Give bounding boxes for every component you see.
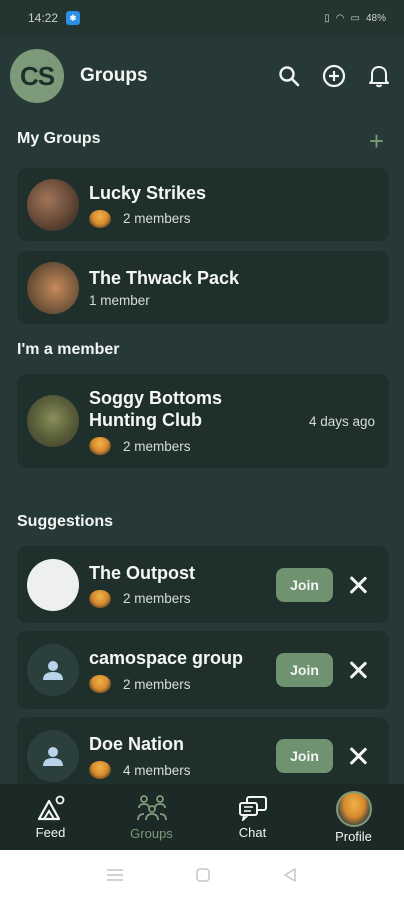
- member-count: 2 members: [123, 591, 191, 606]
- group-name: The Outpost: [89, 562, 195, 583]
- nav-chat-label: Chat: [238, 824, 267, 840]
- nav-profile-label: Profile: [335, 828, 372, 844]
- group-name: Lucky Strikes: [89, 182, 207, 203]
- status-time: 14:22: [28, 11, 59, 25]
- nav-groups-label: Groups: [130, 825, 173, 841]
- bluetooth-icon: ✱: [66, 11, 81, 25]
- group-avatar: [27, 644, 79, 696]
- group-avatar: [27, 730, 79, 782]
- chat-icon: [238, 795, 267, 821]
- member-count: 2 members: [123, 676, 191, 692]
- group-name: Soggy Bottoms Hunting Club: [89, 388, 222, 430]
- group-card-soggy-bottoms[interactable]: Soggy Bottoms Hunting Club 2 members 4 d…: [17, 374, 389, 468]
- feed-icon: [37, 795, 64, 820]
- suggestion-card-camospace[interactable]: camospace group 2 members Join: [17, 631, 389, 709]
- wifi-icon: ◠: [335, 12, 345, 24]
- group-avatar: [27, 178, 79, 231]
- join-button[interactable]: Join: [276, 653, 333, 687]
- join-button[interactable]: Join: [276, 739, 333, 773]
- member-count: 2 members: [123, 438, 191, 454]
- my-groups-heading: My Groups: [17, 130, 101, 147]
- member-avatar: [89, 437, 111, 455]
- last-activity-time: 4 days ago: [308, 413, 375, 429]
- nav-feed-label: Feed: [35, 824, 66, 840]
- add-group-icon[interactable]: +: [369, 128, 384, 154]
- group-card-lucky-strikes[interactable]: Lucky Strikes 2 members: [17, 168, 389, 241]
- back-icon[interactable]: [282, 867, 298, 883]
- app-logo[interactable]: CS: [10, 49, 64, 103]
- dismiss-icon[interactable]: [349, 747, 367, 765]
- status-bar: 14:22 ✱ ▯ ◠ ▭ 48%: [0, 0, 404, 36]
- bottom-nav: Feed Groups Chat Profile: [0, 784, 404, 850]
- dismiss-icon[interactable]: [349, 661, 367, 679]
- member-count: 1 member: [89, 293, 150, 308]
- member-heading: I'm a member: [17, 341, 120, 358]
- nav-feed[interactable]: Feed: [0, 784, 101, 850]
- menu-icon[interactable]: [106, 868, 124, 882]
- home-icon[interactable]: [195, 867, 211, 883]
- person-icon: [43, 747, 63, 766]
- dismiss-icon[interactable]: [349, 576, 367, 594]
- member-count: 2 members: [123, 211, 191, 226]
- search-icon[interactable]: [278, 65, 300, 87]
- profile-avatar: [335, 790, 372, 827]
- nav-chat[interactable]: Chat: [202, 784, 303, 850]
- group-name: camospace group: [89, 648, 244, 668]
- group-avatar: [27, 558, 79, 611]
- page-title: Groups: [80, 65, 148, 86]
- battery-icon: ▭: [350, 12, 360, 24]
- suggestion-card-outpost[interactable]: The Outpost 2 members Join: [17, 546, 389, 623]
- member-avatar: [89, 589, 111, 608]
- group-name: Doe Nation: [89, 734, 185, 754]
- member-avatar: [89, 675, 111, 693]
- group-name: The Thwack Pack: [89, 268, 240, 288]
- nav-groups[interactable]: Groups: [101, 784, 202, 850]
- nav-profile[interactable]: Profile: [303, 784, 404, 850]
- member-avatar: [89, 761, 111, 779]
- group-avatar: [27, 261, 79, 314]
- member-avatar: [89, 209, 111, 228]
- app-header: CS Groups: [0, 36, 404, 116]
- vibrate-icon: ▯: [324, 12, 330, 24]
- member-count: 4 members: [123, 762, 191, 778]
- add-circle-icon[interactable]: [322, 64, 346, 88]
- person-icon: [43, 661, 63, 680]
- battery-level: 48%: [365, 12, 386, 24]
- bell-icon[interactable]: [368, 64, 390, 88]
- group-avatar: [27, 395, 79, 447]
- suggestions-heading: Suggestions: [17, 513, 114, 530]
- group-card-thwack-pack[interactable]: The Thwack Pack 1 member: [17, 251, 389, 324]
- join-button[interactable]: Join: [276, 567, 333, 602]
- groups-icon: [136, 794, 167, 820]
- system-nav-bar: [0, 850, 404, 900]
